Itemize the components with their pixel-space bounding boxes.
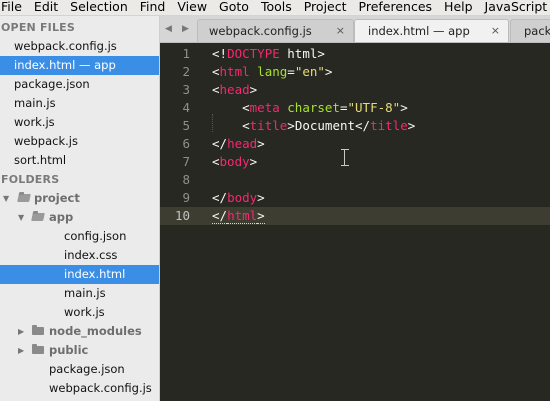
chevron-right-icon[interactable]: ▶ bbox=[18, 341, 24, 360]
code-line-3: 3 <head> bbox=[160, 81, 550, 99]
line-code: <!DOCTYPE html> bbox=[212, 46, 325, 61]
tab-scroll-left-icon[interactable]: ◀ bbox=[160, 20, 177, 38]
menu-javascript[interactable]: JavaScript Co bbox=[485, 0, 550, 15]
open-file-item[interactable]: main.js bbox=[0, 94, 159, 113]
file-item[interactable]: work.js bbox=[0, 303, 159, 322]
menu-bar: File Edit Selection Find View Goto Tools Projec… bbox=[0, 0, 550, 16]
line-number: 5 bbox=[182, 118, 190, 133]
code-line-10-current: 10 </html> bbox=[160, 207, 550, 225]
tab-label: webpack.config.js bbox=[209, 24, 312, 38]
code-line-2: 2 <html lang="en"> bbox=[160, 63, 550, 81]
menu-help[interactable]: Help bbox=[444, 0, 473, 15]
code-line-8: 8 bbox=[160, 171, 550, 189]
code-line-5: 5 <title>Document</title> bbox=[160, 117, 550, 135]
chevron-right-icon[interactable]: ▶ bbox=[18, 322, 24, 341]
line-code: <title>Document</title> bbox=[212, 118, 416, 133]
text-cursor-icon bbox=[341, 149, 349, 167]
open-files-header: OPEN FILES bbox=[1, 21, 76, 34]
line-number: 8 bbox=[182, 172, 190, 187]
folder-label: node_modules bbox=[49, 324, 142, 338]
line-number: 10 bbox=[174, 208, 190, 223]
file-item[interactable]: main.js bbox=[0, 284, 159, 303]
tab-index-html[interactable]: index.html — app × bbox=[354, 19, 509, 42]
line-number: 3 bbox=[182, 82, 190, 97]
file-item[interactable]: config.json bbox=[0, 227, 159, 246]
line-code: <body> bbox=[212, 154, 258, 169]
open-file-item[interactable]: package.json bbox=[0, 75, 159, 94]
menu-file[interactable]: File bbox=[1, 0, 22, 15]
tab-label: index.html — app bbox=[368, 24, 470, 38]
sidebar: OPEN FILES webpack.config.js index.html … bbox=[0, 16, 160, 401]
folder-app[interactable]: ▼ app bbox=[0, 208, 159, 227]
menu-project[interactable]: Project bbox=[304, 0, 347, 15]
file-item[interactable]: webpack.config.js bbox=[0, 379, 159, 398]
tab-package[interactable]: packa bbox=[510, 19, 550, 42]
open-file-item-selected[interactable]: index.html — app bbox=[0, 56, 159, 75]
chevron-down-icon[interactable]: ▼ bbox=[3, 189, 9, 208]
menu-view[interactable]: View bbox=[177, 0, 207, 15]
line-number: 2 bbox=[182, 64, 190, 79]
folder-open-icon bbox=[31, 213, 45, 221]
open-file-item[interactable]: work.js bbox=[0, 113, 159, 132]
code-line-4: 4 <meta charset="UTF-8"> bbox=[160, 99, 550, 117]
file-item[interactable]: index.css bbox=[0, 246, 159, 265]
open-file-item[interactable]: webpack.config.js bbox=[0, 37, 159, 56]
code-line-6: 6 </head> bbox=[160, 135, 550, 153]
close-icon[interactable]: × bbox=[336, 20, 345, 42]
folder-icon bbox=[32, 325, 44, 335]
menu-find[interactable]: Find bbox=[140, 0, 166, 15]
tab-label: packa bbox=[524, 24, 550, 38]
code-line-7: 7 <body> bbox=[160, 153, 550, 171]
line-number: 4 bbox=[182, 100, 190, 115]
file-item[interactable]: package.json bbox=[0, 360, 159, 379]
open-file-item[interactable]: sort.html bbox=[0, 151, 159, 170]
folder-label: app bbox=[49, 210, 74, 224]
chevron-down-icon[interactable]: ▼ bbox=[18, 208, 24, 227]
line-code: <html lang="en"> bbox=[212, 64, 333, 79]
line-code: </body> bbox=[212, 190, 265, 205]
code-editor[interactable]: 1 <!DOCTYPE html> 2 <html lang="en"> 3 <… bbox=[160, 43, 550, 401]
tab-scroll-right-icon[interactable]: ▶ bbox=[177, 20, 194, 38]
menu-edit[interactable]: Edit bbox=[34, 0, 58, 15]
line-number: 9 bbox=[182, 190, 190, 205]
file-item-selected[interactable]: index.html bbox=[0, 265, 159, 284]
code-line-9: 9 </body> bbox=[160, 189, 550, 207]
line-code: <meta charset="UTF-8"> bbox=[212, 100, 408, 115]
open-file-item[interactable]: webpack.js bbox=[0, 132, 159, 151]
folder-label: public bbox=[49, 343, 89, 357]
line-code: <head> bbox=[212, 82, 258, 97]
menu-preferences[interactable]: Preferences bbox=[359, 0, 433, 15]
line-number: 6 bbox=[182, 136, 190, 151]
tab-webpack-config[interactable]: webpack.config.js × bbox=[197, 19, 354, 42]
folder-open-icon bbox=[17, 194, 31, 202]
folder-public[interactable]: ▶ public bbox=[0, 341, 159, 360]
tab-nav: ◀ ▶ bbox=[160, 20, 196, 38]
folders-header: FOLDERS bbox=[1, 173, 60, 186]
close-icon[interactable]: × bbox=[491, 20, 500, 42]
menu-tools[interactable]: Tools bbox=[261, 0, 292, 15]
folder-icon bbox=[32, 344, 44, 354]
line-number: 7 bbox=[182, 154, 190, 169]
folder-project[interactable]: ▼ project bbox=[0, 189, 159, 208]
code-line-1: 1 <!DOCTYPE html> bbox=[160, 45, 550, 63]
folder-node-modules[interactable]: ▶ node_modules bbox=[0, 322, 159, 341]
menu-selection[interactable]: Selection bbox=[70, 0, 128, 15]
line-number: 1 bbox=[182, 46, 190, 61]
menu-goto[interactable]: Goto bbox=[219, 0, 249, 15]
folder-label: project bbox=[34, 191, 80, 205]
line-code: </head> bbox=[212, 136, 265, 151]
line-code: </html> bbox=[212, 208, 265, 224]
tab-bar: ◀ ▶ webpack.config.js × index.html — app … bbox=[160, 16, 550, 43]
